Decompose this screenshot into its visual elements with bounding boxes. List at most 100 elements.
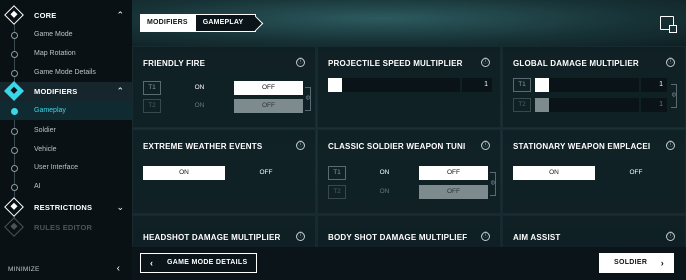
stationary-weapon-toggle[interactable]: ON OFF [513,166,677,180]
header-bar: MODIFIERS GAMEPLAY [132,0,686,46]
sidebar-item-game-mode-details[interactable]: Game Mode Details [0,64,132,82]
toggle-option-on[interactable]: ON [513,166,595,180]
setting-friendly-fire: FRIENDLY FIRE ⓘ T1 ON OFF T2 ON OFF ⊖ [132,46,316,128]
sidebar-item-game-mode[interactable]: Game Mode [0,26,132,44]
sidebar-item-vehicle[interactable]: Vehicle [0,141,132,159]
chevron-up-icon: ⌃ [116,10,124,20]
toggle-option-on[interactable]: ON [350,185,419,199]
info-icon[interactable]: ⓘ [481,141,490,150]
sidebar-item-map-rotation[interactable]: Map Rotation [0,45,132,63]
breadcrumb: MODIFIERS GAMEPLAY [140,14,257,32]
setting-classic-soldier-weapon-tuning: CLASSIC SOLDIER WEAPON TUNI ⓘ T1 ON OFF … [317,129,501,214]
info-icon[interactable]: ⓘ [481,58,490,67]
back-button-label: GAME MODE DETAILS [167,259,248,266]
setting-title: AIM ASSIST [513,233,561,242]
toggle-option-off[interactable]: OFF [419,185,488,199]
info-icon[interactable]: ⓘ [296,141,305,150]
setting-title: STATIONARY WEAPON EMPLACEI [513,142,651,151]
step-dot-icon [11,165,18,172]
slider-fill [535,98,549,112]
team-tag-t1: T1 [513,78,531,92]
minimize-button[interactable]: MINIMIZE ‹ [0,258,132,280]
restrictions-emblem-icon [4,197,24,217]
toggle-option-off[interactable]: OFF [419,166,488,180]
rules-editor-emblem-icon [4,217,24,237]
sidebar-item-soldier[interactable]: Soldier [0,122,132,140]
classic-soldier-toggle-t2[interactable]: ON OFF [350,185,488,199]
back-button[interactable]: ‹ GAME MODE DETAILS [140,253,257,273]
projectile-speed-value[interactable]: 1 [462,78,492,92]
sidebar: CORE ⌃ Game Mode Map Rotation Game Mode … [0,0,132,280]
info-icon[interactable]: ⓘ [666,141,675,150]
setting-projectile-speed: PROJECTILE SPEED MULTIPLIER ⓘ 1 [317,46,501,128]
sidebar-section-label: RESTRICTIONS [34,203,93,212]
footer-bar: ‹ GAME MODE DETAILS SOLDIER › [132,247,686,280]
sidebar-section-core[interactable]: CORE ⌃ [0,5,132,26]
toggle-option-off[interactable]: OFF [225,166,307,180]
setting-title: GLOBAL DAMAGE MULTIPLIER [513,59,639,68]
sidebar-item-label: Map Rotation [34,50,76,57]
chevron-right-icon: › [660,258,664,268]
sidebar-item-gameplay[interactable]: Gameplay [0,102,132,120]
setting-title: HEADSHOT DAMAGE MULTIPLIER [143,233,281,242]
sidebar-item-label: User Interface [34,164,78,171]
info-icon[interactable]: ⓘ [296,58,305,67]
link-icon[interactable]: ⊖ [489,180,496,185]
sidebar-item-ai[interactable]: AI [0,178,132,196]
info-icon[interactable]: ⓘ [296,232,305,241]
toggle-option-off[interactable]: OFF [234,99,303,113]
info-icon[interactable]: ⓘ [666,232,675,241]
global-damage-slider-t2[interactable] [535,98,639,112]
info-icon[interactable]: ⓘ [481,232,490,241]
chevron-up-icon: ⌃ [116,86,124,96]
global-damage-value-t2[interactable]: 1 [641,98,667,112]
main-content: MODIFIERS GAMEPLAY FRIENDLY FIRE ⓘ T1 ON… [132,0,686,280]
setting-title: BODY SHOT DAMAGE MULTIPLIEF [328,233,468,242]
sidebar-item-label: Soldier [34,127,56,134]
toggle-option-off[interactable]: OFF [234,81,303,95]
slider-fill [535,78,549,92]
chevron-down-icon: ⌄ [116,202,124,212]
setting-extreme-weather: EXTREME WEATHER EVENTS ⓘ ON OFF [132,129,316,214]
toggle-option-on[interactable]: ON [165,81,234,95]
setting-title: FRIENDLY FIRE [143,59,206,68]
sidebar-section-label: RULES EDITOR [34,223,93,232]
sidebar-item-label: Vehicle [34,146,57,153]
team-tag-t1: T1 [143,81,161,95]
sidebar-section-rules-editor: RULES EDITOR [0,217,132,238]
sidebar-section-label: MODIFIERS [34,87,78,96]
step-dot-icon [11,51,18,58]
step-dot-icon [11,184,18,191]
setting-stationary-weapon-emplacements: STATIONARY WEAPON EMPLACEI ⓘ ON OFF [502,129,686,214]
setting-global-damage: GLOBAL DAMAGE MULTIPLIER ⓘ T1 1 T2 1 ⊖ [502,46,686,128]
link-icon[interactable]: ⊖ [670,92,677,97]
breadcrumb-modifiers[interactable]: MODIFIERS [140,14,195,32]
toggle-option-on[interactable]: ON [143,166,225,180]
step-dot-icon [11,147,18,154]
toggle-option-on[interactable]: ON [350,166,419,180]
chevron-left-icon: ‹ [150,258,154,268]
copy-settings-icon[interactable] [660,16,677,33]
info-icon[interactable]: ⓘ [666,58,675,67]
next-button[interactable]: SOLDIER › [599,253,674,273]
team-tag-t2: T2 [143,99,161,113]
toggle-option-on[interactable]: ON [165,99,234,113]
friendly-fire-toggle-t1[interactable]: ON OFF [165,81,303,95]
sidebar-item-label: AI [34,183,41,190]
friendly-fire-toggle-t2[interactable]: ON OFF [165,99,303,113]
step-dot-icon [11,128,18,135]
toggle-option-off[interactable]: OFF [595,166,677,180]
link-icon[interactable]: ⊖ [304,95,311,100]
projectile-speed-slider[interactable] [328,78,460,92]
minimize-label: MINIMIZE [8,266,40,273]
sidebar-section-restrictions[interactable]: RESTRICTIONS ⌄ [0,197,132,218]
sidebar-section-modifiers[interactable]: MODIFIERS ⌃ [0,81,132,102]
sidebar-item-label: Game Mode [34,31,73,38]
sidebar-item-user-interface[interactable]: User Interface [0,159,132,177]
classic-soldier-toggle-t1[interactable]: ON OFF [350,166,488,180]
sidebar-item-label: Gameplay [34,107,66,114]
extreme-weather-toggle[interactable]: ON OFF [143,166,307,180]
step-dot-icon [11,70,18,77]
global-damage-value-t1[interactable]: 1 [641,78,667,92]
global-damage-slider-t1[interactable] [535,78,639,92]
